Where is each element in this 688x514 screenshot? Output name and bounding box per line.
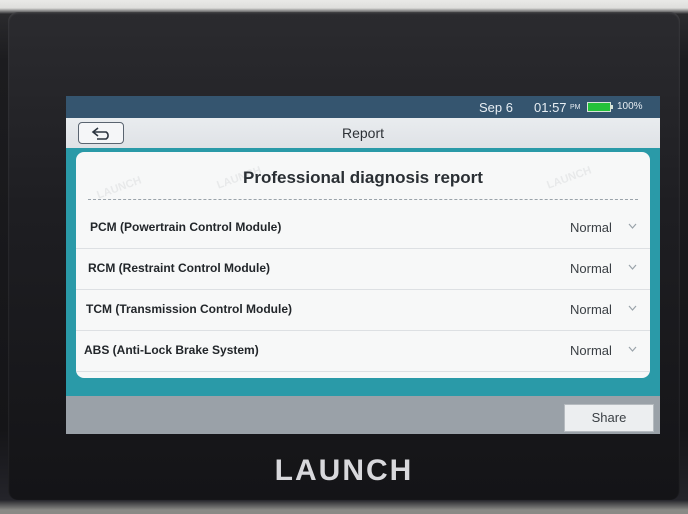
battery-icon: [587, 102, 611, 112]
chevron-down-icon[interactable]: [628, 223, 637, 229]
module-label: TCM (Transmission Control Module): [86, 302, 292, 316]
report-card: LAUNCH LAUNCH LAUNCH Professional diagno…: [76, 152, 650, 378]
report-heading: Professional diagnosis report: [243, 168, 483, 187]
module-status: Normal: [570, 302, 612, 317]
status-meridiem: PM: [570, 104, 581, 111]
chevron-down-icon[interactable]: [628, 305, 637, 311]
module-status: Normal: [570, 261, 612, 276]
bottom-bar: Share: [66, 396, 660, 434]
page-title: Report: [341, 125, 385, 141]
chevron-down-icon[interactable]: [628, 346, 637, 352]
module-label: RCM (Restraint Control Module): [88, 261, 270, 275]
device-screen: Sep 6 01:57 PM 100% Report LAUNCH LAUNCH…: [66, 96, 660, 434]
report-row[interactable]: PCM (Powertrain Control Module) Normal: [76, 207, 650, 249]
title-bar: Report: [66, 118, 660, 149]
module-label: ABS (Anti-Lock Brake System): [84, 343, 259, 357]
module-status: Normal: [570, 220, 612, 235]
report-row[interactable]: RCM (Restraint Control Module) Normal: [76, 248, 650, 290]
report-row[interactable]: TCM (Transmission Control Module) Normal: [76, 289, 650, 331]
battery-nub: [611, 105, 613, 109]
share-button[interactable]: Share: [564, 404, 654, 432]
status-bar: Sep 6 01:57 PM 100%: [66, 96, 660, 118]
report-row[interactable]: ABS (Anti-Lock Brake System) Normal: [76, 330, 650, 372]
device-brand-logo: LAUNCH: [274, 454, 414, 487]
module-status: Normal: [570, 343, 612, 358]
status-date: Sep 6: [479, 100, 513, 115]
battery-percent: 100%: [617, 101, 643, 112]
status-time: 01:57: [534, 100, 567, 115]
dashed-divider: [88, 199, 638, 200]
module-label: PCM (Powertrain Control Module): [90, 220, 282, 234]
chevron-down-icon[interactable]: [628, 264, 637, 270]
